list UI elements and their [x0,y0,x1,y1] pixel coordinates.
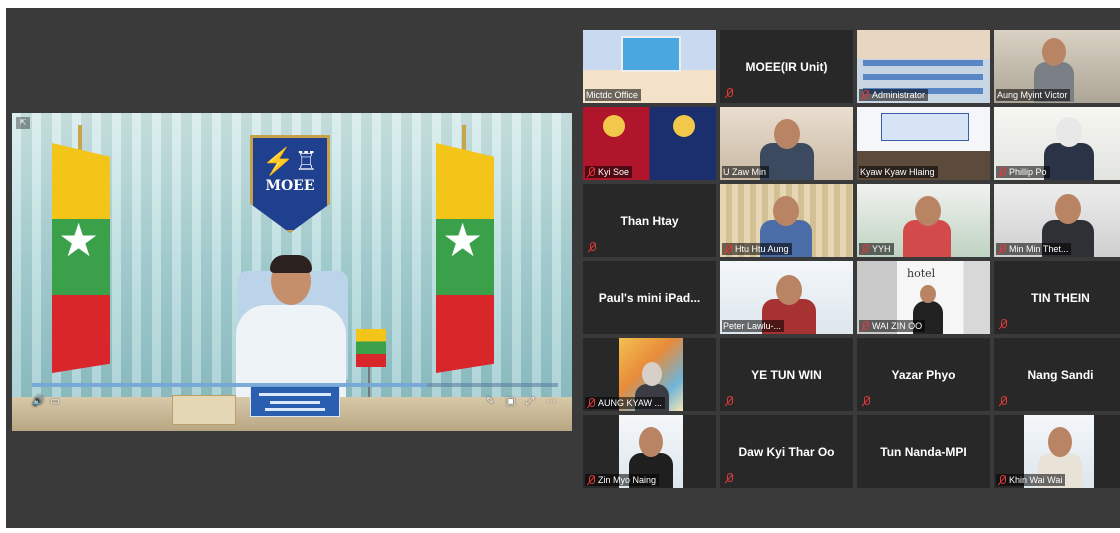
participant-tile[interactable]: Paul's mini iPad... [583,261,716,334]
more-icon[interactable]: ⋯ [546,396,556,407]
expand-icon[interactable]: ⤢ [526,396,534,407]
participant-name: Peter Lawlu-... [723,321,782,331]
participant-name: YE TUN WIN [751,367,822,382]
participant-name: Zin Myo Naing [598,475,657,485]
participant-name: Nang Sandi [1027,367,1094,382]
emblem-text: MOEE [265,178,315,194]
participant-tile[interactable]: MOEE(IR Unit) [720,30,853,103]
participant-tile[interactable]: Tun Nanda-MPI [857,415,990,488]
participant-name: AUNG KYAW ... [598,398,663,408]
participant-tile[interactable]: YYH [857,184,990,257]
participant-name: Khin Wai Wai [1009,475,1063,485]
video-progress-fill [32,383,427,387]
muted-mic-icon [997,474,1007,486]
pen-icon[interactable]: ✎ [486,396,494,407]
participant-name: YYH [872,244,891,254]
participant-tile[interactable]: Phillip Po [994,107,1120,180]
volume-icon[interactable]: 🔊 [32,396,44,407]
video-progress-bar[interactable] [32,383,558,387]
participant-name: TIN THEIN [1031,290,1090,305]
speaker-person [226,253,356,403]
muted-mic-icon [861,396,871,407]
participant-name: Min Min Thet... [1009,244,1069,254]
participant-tile[interactable]: Aung Myint Victor [994,30,1120,103]
participant-name: Mictdc Office [586,90,638,100]
participant-tile[interactable]: hotel WAI ZIN OO [857,261,990,334]
screen-icon[interactable]: ▣ [506,396,515,407]
captions-icon[interactable]: ▭ [50,396,59,407]
participant-name: Htu Htu Aung [735,244,789,254]
participant-tile[interactable]: U Zaw Min [720,107,853,180]
participant-tile[interactable]: TIN THEIN [994,261,1120,334]
muted-mic-icon [723,243,733,255]
participant-name: Yazar Phyo [891,367,956,382]
participant-tile[interactable]: Administrator [857,30,990,103]
muted-mic-icon [860,320,870,332]
participant-name: Administrator [872,90,926,100]
participant-name: U Zaw Min [723,167,767,177]
muted-mic-icon [997,166,1007,178]
muted-mic-icon [586,397,596,409]
participant-name: Phillip Po [1009,167,1047,177]
muted-mic-icon [724,88,734,99]
participant-name: MOEE(IR Unit) [745,59,828,74]
meeting-window: ★ ★ ⚡♖ MOEE ⇱ 🔊 ▭ ✎ ▣ ⤢ ⋯ Mictdc Office … [6,8,1120,528]
participant-name: Aung Myint Victor [997,90,1068,100]
muted-mic-icon [997,243,1007,255]
participant-tile[interactable]: Mictdc Office [583,30,716,103]
participant-tile[interactable]: Yazar Phyo [857,338,990,411]
participant-tile[interactable]: Than Htay [583,184,716,257]
minimize-icon[interactable]: ⇱ [16,117,30,129]
tower-icon: ⚡♖ [262,146,318,176]
participant-name: Daw Kyi Thar Oo [738,444,835,459]
myanmar-flag-left: ★ [52,125,110,373]
participant-tile[interactable]: AUNG KYAW ... [583,338,716,411]
pinned-speaker-video[interactable]: ★ ★ ⚡♖ MOEE ⇱ 🔊 ▭ ✎ ▣ ⤢ ⋯ [12,113,572,431]
participant-name: Paul's mini iPad... [598,290,701,305]
participant-tile[interactable]: Nang Sandi [994,338,1120,411]
muted-mic-icon [860,89,870,101]
muted-mic-icon [587,242,597,253]
muted-mic-icon [998,319,1008,330]
nameplate [250,385,340,417]
muted-mic-icon [586,474,596,486]
muted-mic-icon [586,166,596,178]
participant-name: WAI ZIN OO [872,321,923,331]
participant-tile[interactable]: YE TUN WIN [720,338,853,411]
myanmar-flag-right: ★ [436,125,494,373]
participant-tile[interactable]: Kyaw Kyaw Hlaing [857,107,990,180]
participant-gallery: Mictdc Office MOEE(IR Unit) Administrato… [583,30,1120,528]
participant-name: Kyaw Kyaw Hlaing [860,167,935,177]
muted-mic-icon [724,473,734,484]
participant-tile[interactable]: Htu Htu Aung [720,184,853,257]
participant-name: Tun Nanda-MPI [880,444,967,459]
participant-tile[interactable]: Kyi Soe [583,107,716,180]
muted-mic-icon [724,396,734,407]
participant-tile[interactable]: Daw Kyi Thar Oo [720,415,853,488]
muted-mic-icon [998,396,1008,407]
participant-tile[interactable]: Peter Lawlu-... [720,261,853,334]
participant-tile[interactable]: Min Min Thet... [994,184,1120,257]
participant-name: Than Htay [620,213,679,228]
participant-name: Kyi Soe [598,167,630,177]
tissue-box [172,395,236,425]
desk-flag [356,329,388,407]
participant-tile[interactable]: Khin Wai Wai [994,415,1120,488]
muted-mic-icon [860,243,870,255]
participant-tile[interactable]: Zin Myo Naing [583,415,716,488]
